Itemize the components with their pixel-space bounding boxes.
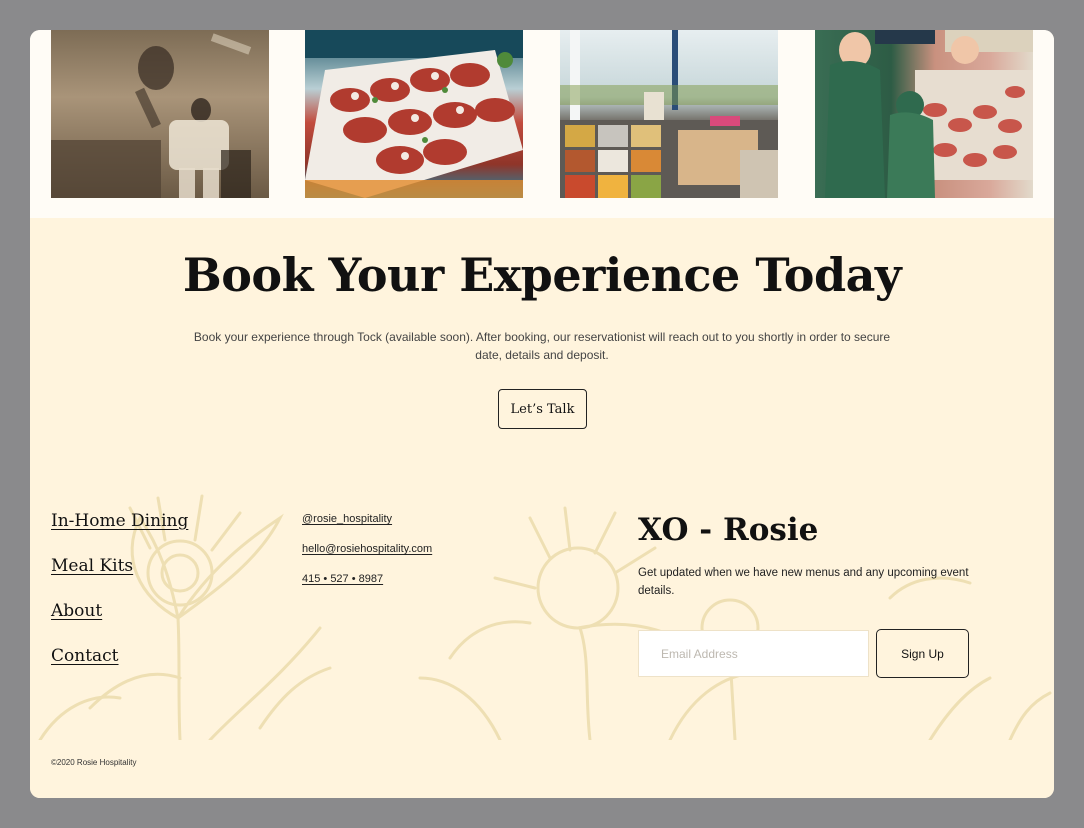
newsletter-title: XO - Rosie [638,512,819,548]
booking-description: Book your experience through Tock (avail… [170,328,914,364]
newsletter-description-line-1: Get updated when we have new menus and a… [638,567,969,579]
booking-section: Book Your Experience Today Book your exp… [30,218,1054,478]
browser-window: Book Your Experience Today Book your exp… [30,30,1054,798]
email-address-input[interactable] [638,630,869,677]
newsletter-description: Get updated when we have new menus and a… [638,564,1018,600]
vintage-butcher-shop-illustration [815,30,1033,198]
copyright-text: ©2020 Rosie Hospitality [51,758,137,767]
nav-link-meal-kits[interactable]: Meal Kits [51,556,133,576]
food-prep-station-photo [560,30,778,198]
bruschetta-platter-photo [305,30,523,198]
email-link[interactable]: hello@rosiehospitality.com [302,543,432,555]
sign-up-button[interactable]: Sign Up [876,629,969,678]
newsletter-description-line-2: details. [638,585,675,597]
booking-description-line-1: Book your experience through Tock (avail… [193,330,891,344]
nav-link-about[interactable]: About [51,601,102,621]
booking-title: Book Your Experience Today [182,248,902,302]
phone-link[interactable]: 415 • 527 • 8987 [302,573,383,585]
site-footer: In-Home Dining Meal Kits About Contact @… [30,478,1054,798]
instagram-handle-link[interactable]: @rosie_hospitality [302,513,392,525]
booking-description-line-2: date, details and deposit. [475,348,609,362]
lets-talk-button[interactable]: Let’s Talk [498,389,587,429]
nav-link-contact[interactable]: Contact [51,646,119,666]
photo-gallery [30,30,1054,218]
vintage-acrobats-photo [51,30,269,198]
nav-link-in-home-dining[interactable]: In-Home Dining [51,511,188,531]
